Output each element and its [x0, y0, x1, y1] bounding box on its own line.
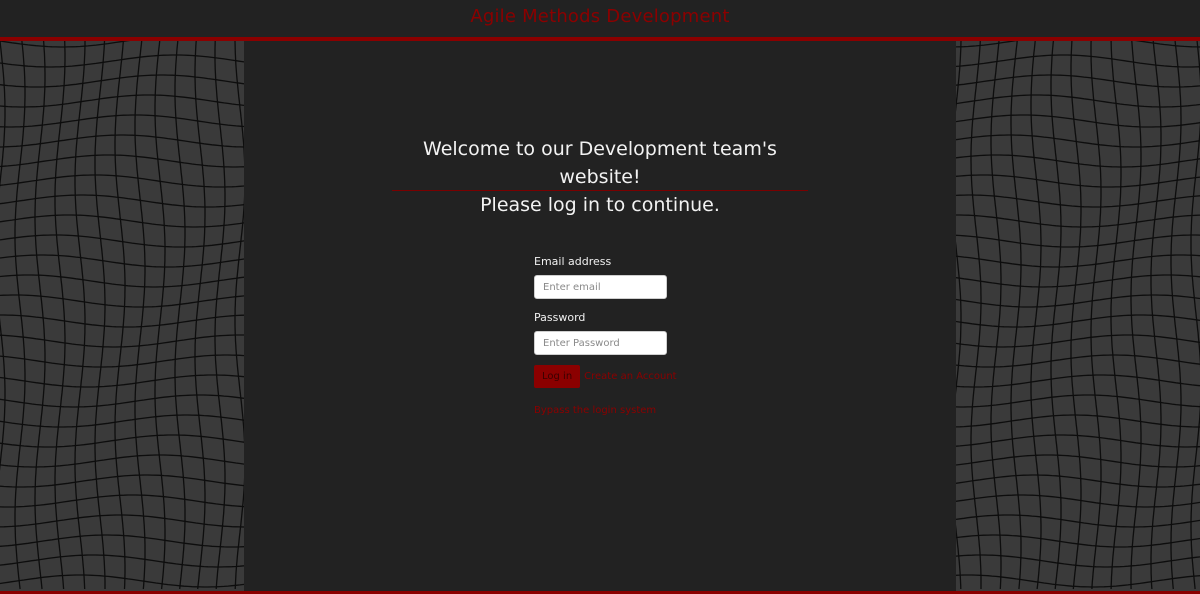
pattern-line [0, 354, 244, 368]
pattern-line [970, 41, 982, 589]
pattern-line [74, 41, 86, 590]
pattern-line [34, 41, 46, 590]
pattern-line [956, 394, 1200, 408]
pattern-line [956, 554, 1200, 568]
pattern-line [956, 314, 1200, 328]
pattern-line [956, 274, 1200, 288]
form-actions: Log in Create an Account [534, 365, 794, 388]
pattern-line [0, 41, 131, 48]
pattern-line [956, 74, 1200, 88]
wavy-grid-pattern [956, 41, 1200, 590]
create-account-link[interactable]: Create an Account [584, 371, 676, 382]
pattern-line [0, 414, 244, 428]
right-background-pattern [956, 41, 1200, 591]
bypass-login-link[interactable]: Bypass the login system [534, 405, 794, 416]
welcome-line-2: Please log in to continue. [480, 194, 720, 216]
wavy-grid-pattern [0, 41, 244, 590]
site-title[interactable]: Agile Methods Development [470, 6, 729, 27]
pattern-line [0, 394, 244, 408]
pattern-line [0, 274, 244, 288]
pattern-line [956, 354, 1200, 368]
pattern-line [0, 214, 244, 228]
pattern-line [0, 294, 244, 308]
pattern-line [956, 574, 1200, 588]
login-button[interactable]: Log in [534, 365, 581, 388]
pattern-line [0, 114, 244, 128]
login-form: Email address Password Log in Create an … [534, 255, 794, 416]
pattern-line [956, 514, 1200, 528]
pattern-line [0, 554, 244, 568]
pattern-line [956, 474, 1200, 488]
password-input[interactable] [534, 331, 667, 355]
pattern-line [956, 114, 1200, 128]
pattern-line [0, 314, 244, 328]
pattern-line [194, 41, 206, 590]
pattern-line [1050, 41, 1062, 590]
pattern-line [134, 41, 146, 590]
pattern-line [174, 41, 186, 590]
pattern-line [114, 41, 126, 590]
pattern-line [154, 41, 166, 590]
pattern-line [0, 374, 244, 388]
pattern-line [990, 41, 1002, 590]
welcome-message: Welcome to our Development team's websit… [392, 135, 808, 219]
pattern-line [956, 334, 1200, 348]
top-navbar: Agile Methods Development [0, 0, 1200, 37]
pattern-line [0, 194, 244, 208]
pattern-line [956, 494, 1200, 508]
email-label: Email address [534, 255, 612, 268]
pattern-line [956, 294, 1200, 308]
pattern-line [956, 41, 962, 590]
pattern-line [956, 234, 1200, 248]
pattern-line [0, 434, 244, 448]
pattern-line [0, 154, 244, 168]
pattern-line [1030, 41, 1042, 590]
pattern-line [0, 134, 244, 148]
pattern-line [0, 474, 244, 488]
pattern-line [956, 414, 1200, 428]
pattern-line [1010, 41, 1022, 590]
pattern-line [1170, 41, 1182, 590]
welcome-divider [392, 190, 808, 191]
pattern-line [94, 41, 106, 589]
login-page: Agile Methods Development Welcome to our… [0, 0, 1200, 594]
pattern-line [956, 134, 1200, 148]
pattern-line [956, 41, 1200, 48]
pattern-line [956, 54, 1200, 68]
pattern-line [956, 214, 1200, 228]
pattern-line [0, 94, 244, 108]
pattern-line [0, 574, 244, 588]
pattern-line [0, 494, 244, 508]
main-content-panel: Welcome to our Development team's websit… [244, 41, 956, 591]
welcome-line-1: Welcome to our Development team's websit… [423, 138, 777, 188]
pattern-line [956, 194, 1200, 208]
pattern-line [1070, 41, 1082, 590]
pattern-line [1110, 41, 1122, 590]
password-label: Password [534, 311, 586, 324]
left-background-pattern [0, 41, 244, 591]
pattern-line [0, 74, 244, 88]
email-input[interactable] [534, 275, 667, 299]
